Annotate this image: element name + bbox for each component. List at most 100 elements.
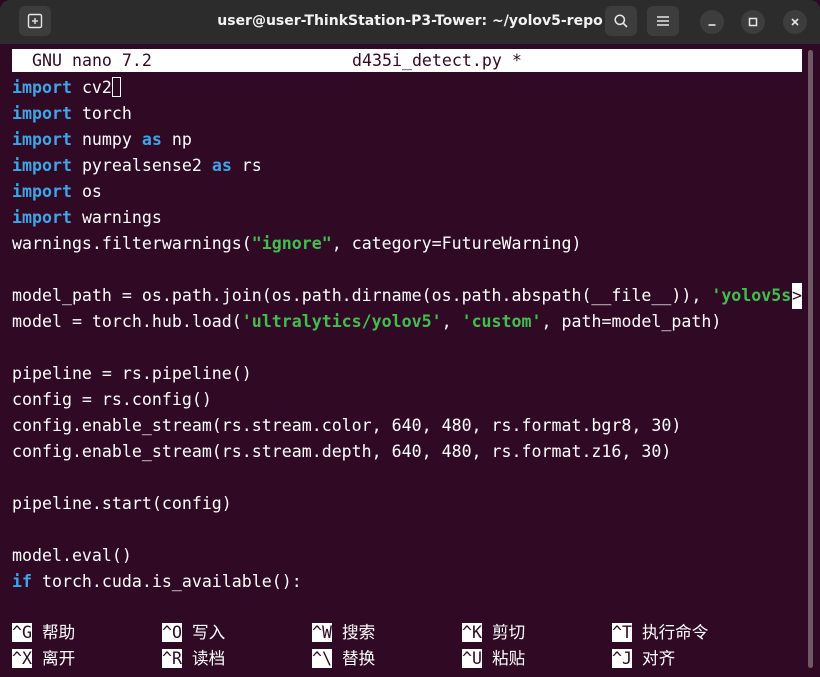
shortcut-key: ^W (312, 623, 332, 642)
shortcut-row-2: ^X 离开 ^R 读档 ^\ 替换 ^U 粘贴 ^J 对齐 (12, 646, 804, 672)
shortcut-key: ^T (612, 623, 632, 642)
shortcut-item: ^X 离开 (12, 646, 75, 672)
search-icon (614, 14, 628, 28)
shortcut-label: 帮助 (41, 623, 76, 642)
code-text: warnings.filterwarnings( (12, 234, 252, 253)
close-icon (791, 18, 799, 26)
nano-version: GNU nano 7.2 (32, 51, 152, 70)
hamburger-menu-icon (657, 16, 669, 26)
search-button[interactable] (605, 6, 637, 36)
shortcut-item: ^J 对齐 (612, 646, 675, 672)
shortcut-item: ^W 搜索 (312, 620, 375, 646)
nano-filename: d435i_detect.py * (352, 51, 522, 70)
code-line: model = torch.hub.load('ultralytics/yolo… (12, 309, 804, 335)
code-text: , (441, 312, 462, 331)
code-keyword: import (12, 78, 72, 97)
code-keyword: import (12, 182, 72, 201)
code-text: numpy (71, 130, 142, 149)
shortcut-label: 对齐 (641, 649, 676, 668)
code-text: config.enable_stream(rs.stream.depth, 64… (12, 442, 672, 461)
shortcut-label: 离开 (41, 649, 76, 668)
code-line: model_path = os.path.join(os.path.dirnam… (12, 283, 804, 309)
code-text: model = torch.hub.load( (12, 312, 242, 331)
shortcut-item: ^K 剪切 (462, 620, 525, 646)
code-text: pyrealsense2 (71, 156, 212, 175)
code-text: warnings (71, 208, 162, 227)
code-string: 'custom' (461, 312, 542, 331)
shortcut-row-1: ^G 帮助 ^O 写入 ^W 搜索 ^K 剪切 ^T 执行命令 (12, 620, 804, 646)
code-text: config = rs.config() (12, 390, 212, 409)
code-text: model.eval() (12, 546, 132, 565)
shortcut-item: ^G 帮助 (12, 620, 75, 646)
code-text: os (71, 182, 102, 201)
shortcut-item: ^T 执行命令 (612, 620, 708, 646)
code-string: "ignore" (251, 234, 332, 253)
code-line: config.enable_stream(rs.stream.depth, 64… (12, 439, 804, 465)
shortcut-key: ^X (12, 649, 32, 668)
shortcut-label: 粘贴 (491, 649, 526, 668)
code-text: pipeline.start(config) (12, 494, 232, 513)
code-keyword: as (211, 156, 232, 175)
code-keyword: import (12, 104, 72, 123)
shortcut-label: 替换 (341, 649, 376, 668)
terminal-area[interactable]: GNU nano 7.2 d435i_detect.py * import cv… (0, 44, 820, 677)
new-tab-icon (27, 13, 43, 29)
nano-shortcut-bar: ^G 帮助 ^O 写入 ^W 搜索 ^K 剪切 ^T 执行命令 ^X 离开 ^R 读档 ^\ 替换 ^U 粘贴 ^… (12, 620, 804, 672)
code-line: pipeline.start(config) (12, 491, 804, 517)
shortcut-key: ^U (462, 649, 482, 668)
code-text: , category=FutureWarning) (331, 234, 582, 253)
shortcut-key: ^G (12, 623, 32, 642)
shortcut-label: 写入 (191, 623, 226, 642)
code-line: config.enable_stream(rs.stream.color, 64… (12, 413, 804, 439)
editor-buffer[interactable]: import cv2 import torch import numpy as np… (12, 75, 804, 595)
code-text: config.enable_stream(rs.stream.color, 64… (12, 416, 682, 435)
code-text: torch.cuda.is_available(): (31, 572, 302, 591)
code-keyword: import (12, 130, 72, 149)
shortcut-key: ^J (612, 649, 632, 668)
shortcut-label: 剪切 (491, 623, 526, 642)
scrollbar-thumb[interactable] (808, 50, 813, 668)
code-line: import os (12, 179, 804, 205)
minimize-icon (708, 24, 716, 26)
window-titlebar: user@user-ThinkStation-P3-Tower: ~/yolov… (0, 0, 820, 44)
code-keyword: import (12, 156, 72, 175)
code-line: import torch (12, 101, 804, 127)
new-tab-button[interactable] (19, 6, 51, 36)
shortcut-key: ^R (162, 649, 182, 668)
text-cursor (111, 77, 121, 97)
line-continuation-marker: > (792, 283, 802, 309)
shortcut-label: 执行命令 (641, 623, 709, 642)
code-string: 'yolov5s (711, 286, 792, 305)
shortcut-item: ^U 粘贴 (462, 646, 525, 672)
code-line: import warnings (12, 205, 804, 231)
code-text: torch (71, 104, 132, 123)
code-line: warnings.filterwarnings("ignore", catego… (12, 231, 804, 257)
shortcut-label: 读档 (191, 649, 226, 668)
close-button[interactable] (783, 10, 807, 34)
code-line: pipeline = rs.pipeline() (12, 361, 804, 387)
code-keyword: if (12, 572, 32, 591)
shortcut-item: ^R 读档 (162, 646, 225, 672)
code-line: import numpy as np (12, 127, 804, 153)
code-text: model_path = os.path.join(os.path.dirnam… (12, 286, 712, 305)
maximize-button[interactable] (741, 10, 765, 34)
code-line: import cv2 (12, 75, 804, 101)
terminal-scrollbar[interactable] (806, 44, 814, 677)
shortcut-key: ^O (162, 623, 182, 642)
minimize-button[interactable] (700, 10, 724, 34)
code-line: import pyrealsense2 as rs (12, 153, 804, 179)
code-text: pipeline = rs.pipeline() (12, 364, 252, 383)
code-line: model.eval() (12, 543, 804, 569)
code-text: rs (231, 156, 262, 175)
nano-header-bar: GNU nano 7.2 d435i_detect.py * (12, 49, 802, 72)
shortcut-key: ^\ (312, 649, 332, 668)
code-line: config = rs.config() (12, 387, 804, 413)
menu-button[interactable] (647, 6, 679, 36)
code-text: cv2 (71, 78, 112, 97)
code-line: if torch.cuda.is_available(): (12, 569, 804, 595)
shortcut-key: ^K (462, 623, 482, 642)
